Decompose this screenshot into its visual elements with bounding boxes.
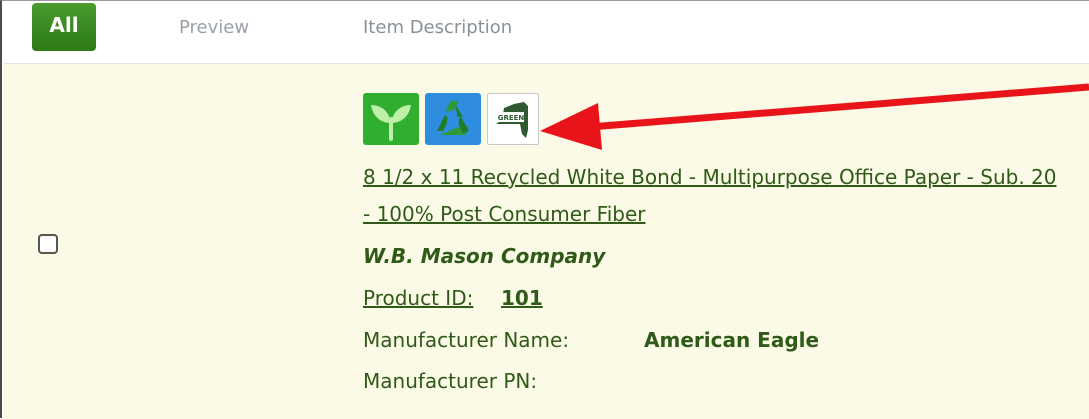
green-leaf-icon — [363, 93, 419, 145]
table-header: All Preview Item Description — [4, 1, 1089, 64]
results-table: All Preview Item Description GREEN 8 1/2… — [0, 0, 1089, 419]
manufacturer-pn-label: Manufacturer PN: — [363, 369, 538, 393]
select-all-button[interactable]: All — [32, 3, 96, 51]
ny-green-state-icon: GREEN — [487, 93, 539, 145]
manufacturer-name-label: Manufacturer Name: — [363, 328, 570, 352]
table-row: GREEN 8 1/2 x 11 Recycled White Bond - M… — [4, 64, 1089, 419]
product-id-label[interactable]: Product ID: — [363, 286, 473, 310]
product-id-value[interactable]: 101 — [501, 286, 543, 310]
column-header-preview: Preview — [179, 17, 250, 38]
vendor-name: W.B. Mason Company — [363, 244, 606, 268]
row-select-checkbox[interactable] — [38, 234, 58, 254]
column-header-description: Item Description — [363, 17, 513, 38]
recycle-icon — [425, 93, 481, 145]
product-title-link[interactable]: 8 1/2 x 11 Recycled White Bond - Multipu… — [363, 159, 1063, 233]
ny-green-label: GREEN — [498, 114, 525, 122]
manufacturer-name-value: American Eagle — [644, 328, 820, 352]
